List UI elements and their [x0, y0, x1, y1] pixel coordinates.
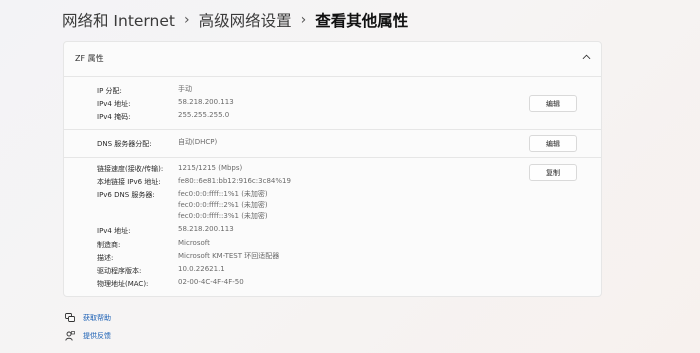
feedback-person-icon — [65, 331, 75, 341]
ipv4-mask-label: IPv4 掩码: — [97, 113, 131, 121]
description-label: 描述: — [97, 254, 114, 262]
ipv4-mask-value: 255.255.255.0 — [178, 111, 230, 119]
ip-assignment-value: 手动 — [178, 85, 192, 93]
link-local-ipv6-value: fe80::6e81:bb12:916c:3c84%19 — [178, 177, 291, 185]
driver-version-value: 10.0.22621.1 — [178, 265, 225, 273]
mac-address-label: 物理地址(MAC): — [97, 280, 149, 288]
chevron-up-icon[interactable] — [582, 54, 591, 60]
give-feedback-link[interactable]: 提供反馈 — [65, 331, 111, 341]
card-title: ZF 属性 — [75, 54, 104, 63]
adapter-ipv4-label: IPv4 地址: — [97, 227, 131, 235]
dns-settings-section: DNS 服务器分配: 自动(DHCP) 编辑 — [63, 129, 602, 158]
breadcrumb-network-internet[interactable]: 网络和 Internet — [62, 9, 175, 31]
adapter-ipv4-value: 58.218.200.113 — [178, 225, 234, 233]
ipv4-address-value: 58.218.200.113 — [178, 98, 234, 106]
manufacturer-value: Microsoft — [178, 239, 210, 247]
ipv6-dns-label: IPv6 DNS 服务器: — [97, 191, 155, 199]
adapter-details-section: 链接速度(接收/传输): 1215/1215 (Mbps) 本地链接 IPv6 … — [63, 157, 602, 297]
give-feedback-label: 提供反馈 — [83, 332, 111, 340]
dns-edit-button[interactable]: 编辑 — [529, 135, 577, 152]
chevron-right-icon: › — [183, 12, 190, 28]
ip-assignment-label: IP 分配: — [97, 87, 122, 95]
ipv6-dns-value-2: fec0:0:0:ffff::2%1 (未加密) — [178, 201, 268, 209]
ipv6-dns-value-3: fec0:0:0:ffff::3%1 (未加密) — [178, 212, 268, 220]
link-speed-label: 链接速度(接收/传输): — [97, 165, 164, 173]
ip-edit-button[interactable]: 编辑 — [529, 95, 577, 112]
ipv6-dns-value-1: fec0:0:0:ffff::1%1 (未加密) — [178, 190, 268, 198]
driver-version-label: 驱动程序版本: — [97, 267, 142, 275]
dns-assignment-label: DNS 服务器分配: — [97, 140, 152, 148]
breadcrumb: 网络和 Internet › 高级网络设置 › 查看其他属性 — [62, 10, 408, 30]
ip-settings-section: IP 分配: 手动 IPv4 地址: 58.218.200.113 IPv4 掩… — [63, 76, 602, 130]
properties-card-header[interactable]: ZF 属性 — [63, 41, 602, 77]
link-local-ipv6-label: 本地链接 IPv6 地址: — [97, 178, 161, 186]
mac-address-value: 02-00-4C-4F-4F-50 — [178, 278, 244, 286]
get-help-label: 获取帮助 — [83, 314, 111, 322]
page-title: 查看其他属性 — [315, 12, 409, 30]
description-value: Microsoft KM-TEST 环回适配器 — [178, 252, 280, 260]
manufacturer-label: 制造商: — [97, 241, 121, 249]
dns-assignment-value: 自动(DHCP) — [178, 138, 218, 146]
help-chat-icon — [65, 313, 75, 322]
link-speed-value: 1215/1215 (Mbps) — [178, 164, 243, 172]
copy-button[interactable]: 复制 — [529, 164, 577, 181]
chevron-right-icon: › — [300, 12, 307, 28]
breadcrumb-advanced-network[interactable]: 高级网络设置 — [199, 9, 292, 31]
get-help-link[interactable]: 获取帮助 — [65, 313, 111, 323]
ipv4-address-label: IPv4 地址: — [97, 100, 131, 108]
